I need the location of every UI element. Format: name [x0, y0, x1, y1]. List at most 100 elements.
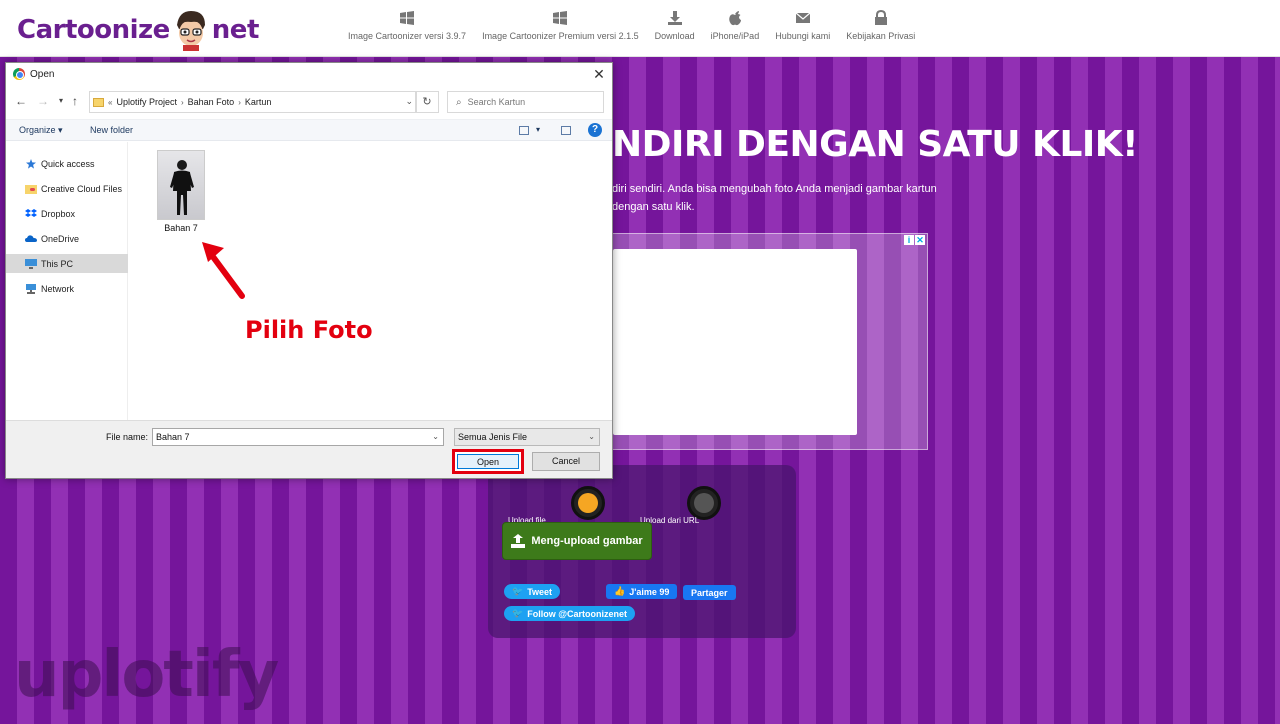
hero-title: NDIRI DENGAN SATU KLIK! [612, 124, 1139, 165]
folder-icon [93, 97, 104, 107]
hero-subtitle-line: dengan satu klik. [612, 201, 695, 213]
sidebar-item-this-pc[interactable]: This PC [6, 254, 128, 273]
breadcrumb-item[interactable]: Kartun [245, 97, 272, 107]
follow-label: Follow @Cartoonizenet [527, 608, 627, 619]
twitter-icon: 🐦 [512, 608, 524, 618]
upload-url-radio[interactable] [687, 486, 721, 520]
person-photo-icon [170, 160, 194, 215]
preview-pane-icon[interactable] [561, 126, 571, 135]
apple-icon [729, 11, 741, 26]
new-folder-button[interactable]: New folder [90, 125, 133, 135]
search-icon: ⌕ [456, 96, 462, 108]
sidebar-item-dropbox[interactable]: Dropbox [6, 204, 128, 223]
lock-icon [874, 10, 887, 25]
cancel-button[interactable]: Cancel [532, 452, 600, 471]
mail-icon [795, 12, 811, 23]
follow-button[interactable]: 🐦 Follow @Cartoonizenet [504, 606, 635, 621]
file-type-value: Semua Jenis File [458, 432, 528, 442]
nav-cartoonizer[interactable]: Image Cartoonizer versi 3.9.7 [348, 10, 466, 41]
logo-text-left: Cartoonize [17, 15, 170, 45]
file-name-value: Bahan 7 [156, 432, 190, 442]
sidebar-item-label: This PC [41, 258, 74, 269]
dialog-titlebar: Open ✕ [6, 63, 612, 85]
nav-download[interactable]: Download [655, 10, 695, 41]
nav-contact[interactable]: Hubungi kami [775, 10, 830, 41]
chevron-down-icon[interactable]: ⌄ [432, 429, 439, 445]
dialog-title: Open [30, 68, 55, 80]
back-arrow-icon[interactable]: ← [15, 94, 27, 108]
chevron-right-icon: › [180, 97, 184, 107]
logo-face-icon [173, 9, 209, 51]
nav-privacy[interactable]: Kebijakan Privasi [846, 10, 915, 41]
open-file-dialog: Open ✕ ← → ▾ ↑ « Uplotify Project › Baha… [5, 62, 613, 479]
forward-arrow-icon[interactable]: → [37, 94, 49, 108]
refresh-icon[interactable]: ↻ [415, 91, 439, 113]
nav-cartoonizer-premium[interactable]: Image Cartoonizer Premium versi 2.1.5 [482, 10, 639, 41]
address-bar[interactable]: « Uplotify Project › Bahan Foto › Kartun… [89, 91, 417, 113]
open-button[interactable]: Open [457, 454, 519, 469]
nav-label: Image Cartoonizer Premium versi 2.1.5 [482, 31, 639, 41]
dropbox-icon [25, 208, 37, 217]
recent-dropdown-icon[interactable]: ▾ [59, 96, 63, 105]
site-logo[interactable]: Cartoonize net [17, 9, 260, 51]
upload-icon [511, 534, 526, 548]
sidebar-item-onedrive[interactable]: OneDrive [6, 229, 128, 248]
onedrive-icon [25, 234, 37, 242]
upload-button-label: Meng-upload gambar [531, 535, 643, 547]
breadcrumb-prefix: « [108, 97, 113, 107]
ad-close-icon[interactable]: ✕ [915, 235, 925, 245]
dialog-footer: File name: Bahan 7 ⌄ Semua Jenis File ⌄ … [6, 420, 612, 478]
hero-subtitle: diri sendiri. Anda bisa mengubah foto An… [612, 180, 952, 216]
sidebar-item-quick-access[interactable]: Quick access [6, 154, 128, 173]
file-type-select[interactable]: Semua Jenis File ⌄ [454, 428, 600, 446]
help-icon[interactable]: ? [588, 123, 602, 137]
file-name-input[interactable]: Bahan 7 ⌄ [152, 428, 444, 446]
breadcrumb-item[interactable]: Bahan Foto [188, 97, 235, 107]
open-button-highlight: Open [452, 449, 524, 474]
sidebar-item-label: Quick access [41, 158, 95, 169]
sidebar-item-network[interactable]: Network [6, 279, 128, 298]
share-label: Partager [691, 587, 728, 598]
file-name-label[interactable]: Bahan 7 [149, 223, 213, 233]
nav-label: Kebijakan Privasi [846, 31, 916, 41]
breadcrumb-item[interactable]: Uplotify Project [116, 97, 177, 107]
sidebar-item-creative-cloud[interactable]: Creative Cloud Files [6, 179, 128, 198]
annotation-label: Pilih Foto [245, 316, 373, 344]
navigation-pane: Quick access Creative Cloud Files Dropbo… [6, 142, 128, 420]
chrome-icon [13, 68, 25, 80]
file-name-caption: File name: [106, 432, 149, 442]
like-label: J'aime 99 [629, 586, 670, 597]
address-row: ← → ▾ ↑ « Uplotify Project › Bahan Foto … [6, 89, 612, 115]
cloud-folder-icon [25, 184, 37, 194]
windows-icon [400, 11, 415, 25]
computer-icon [25, 258, 37, 269]
sidebar-item-label: Creative Cloud Files [41, 183, 123, 194]
tweet-button[interactable]: 🐦 Tweet [504, 584, 561, 599]
upload-image-button[interactable]: Meng-upload gambar [502, 522, 652, 560]
uplotify-watermark: uplotify [14, 638, 279, 712]
download-icon [667, 11, 682, 25]
close-icon[interactable]: ✕ [590, 65, 608, 83]
logo-text-right: net [211, 15, 260, 45]
share-button[interactable]: Partager [683, 585, 736, 600]
chevron-down-icon[interactable]: ▾ [536, 125, 540, 134]
up-arrow-icon[interactable]: ↑ [72, 94, 78, 108]
star-icon [26, 158, 36, 169]
sidebar-item-label: Dropbox [41, 208, 76, 219]
radio-dot [694, 493, 714, 513]
upload-file-radio[interactable] [571, 486, 605, 520]
ad-info-icon[interactable]: i [904, 235, 914, 245]
nav-label: iPhone/iPad [710, 31, 760, 41]
ad-banner[interactable]: i ✕ [598, 233, 928, 450]
search-input[interactable]: ⌕ Search Kartun [447, 91, 604, 113]
search-placeholder: Search Kartun [467, 97, 526, 107]
nav-label: Hubungi kami [775, 31, 831, 41]
chevron-down-icon[interactable]: ⌄ [405, 96, 413, 107]
ad-choices[interactable]: i ✕ [904, 235, 925, 245]
view-options-icon[interactable] [519, 126, 529, 135]
site-header: Cartoonize net Image Cartoonizer versi 3… [0, 0, 1280, 57]
like-button[interactable]: 👍 J'aime 99 [606, 584, 678, 599]
nav-iphone[interactable]: iPhone/iPad [710, 10, 760, 41]
organize-menu[interactable]: Organize ▾ [19, 125, 63, 136]
file-thumbnail[interactable] [157, 150, 205, 220]
